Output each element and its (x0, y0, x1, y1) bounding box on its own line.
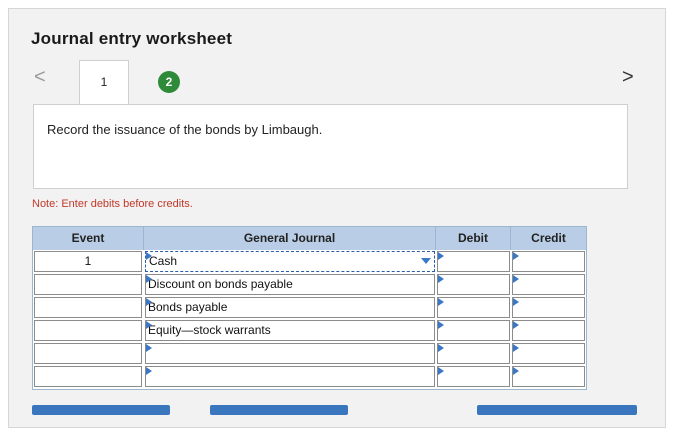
instruction-box: Record the issuance of the bonds by Limb… (33, 104, 628, 189)
instruction-text: Record the issuance of the bonds by Limb… (47, 122, 323, 137)
event-cell[interactable] (34, 297, 142, 318)
account-marker-icon (146, 252, 152, 260)
debit-marker-icon (438, 321, 444, 329)
prev-arrow-icon[interactable]: < (34, 66, 46, 89)
credit-marker-icon (513, 367, 519, 375)
event-cell[interactable] (34, 343, 142, 364)
debit-cell[interactable] (437, 274, 510, 295)
header-credit: Credit (511, 227, 586, 250)
tab-step-2[interactable]: 2 (158, 71, 180, 93)
event-cell[interactable] (34, 274, 142, 295)
next-arrow-icon[interactable]: > (622, 66, 634, 89)
account-cell[interactable]: Bonds payable (145, 297, 435, 318)
record-entry-button[interactable] (32, 405, 170, 415)
debit-marker-icon (438, 298, 444, 306)
event-cell[interactable] (34, 366, 142, 387)
debit-marker-icon (438, 252, 444, 260)
credit-marker-icon (513, 321, 519, 329)
header-general-journal: General Journal (144, 227, 436, 250)
dropdown-chevron-icon[interactable] (421, 258, 431, 264)
tab-step-1[interactable]: 1 (79, 60, 129, 105)
page-title: Journal entry worksheet (31, 29, 233, 48)
event-cell[interactable] (34, 320, 142, 341)
header-debit: Debit (436, 227, 511, 250)
account-marker-icon (146, 275, 152, 283)
debit-cell[interactable] (437, 366, 510, 387)
debit-cell[interactable] (437, 297, 510, 318)
header-event: Event (33, 227, 144, 250)
credit-cell[interactable] (512, 274, 585, 295)
account-marker-icon (146, 298, 152, 306)
account-cell[interactable] (145, 343, 435, 364)
account-marker-icon (146, 367, 152, 375)
debit-cell[interactable] (437, 251, 510, 272)
credit-marker-icon (513, 275, 519, 283)
debit-marker-icon (438, 275, 444, 283)
credit-cell[interactable] (512, 320, 585, 341)
credit-cell[interactable] (512, 251, 585, 272)
debit-cell[interactable] (437, 320, 510, 341)
account-cell[interactable]: Equity—stock warrants (145, 320, 435, 341)
debit-marker-icon (438, 344, 444, 352)
account-cell[interactable]: Cash (145, 251, 435, 272)
view-general-journal-button[interactable] (477, 405, 637, 415)
account-cell[interactable] (145, 366, 435, 387)
event-cell[interactable]: 1 (34, 251, 142, 272)
credit-cell[interactable] (512, 343, 585, 364)
debit-cell[interactable] (437, 343, 510, 364)
account-cell[interactable]: Discount on bonds payable (145, 274, 435, 295)
credit-cell[interactable] (512, 297, 585, 318)
credit-marker-icon (513, 298, 519, 306)
credit-marker-icon (513, 344, 519, 352)
credit-marker-icon (513, 252, 519, 260)
account-marker-icon (146, 321, 152, 329)
account-marker-icon (146, 344, 152, 352)
clear-entry-button[interactable] (210, 405, 348, 415)
note-text: Note: Enter debits before credits. (32, 198, 193, 210)
credit-cell[interactable] (512, 366, 585, 387)
debit-marker-icon (438, 367, 444, 375)
